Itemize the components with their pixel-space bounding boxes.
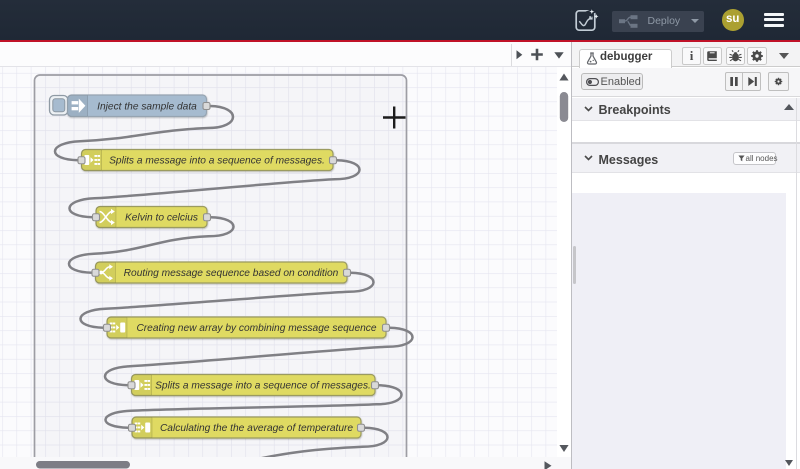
svg-text:Kelvin to celcius: Kelvin to celcius [125,213,198,224]
svg-text:Inject the sample data: Inject the sample data [97,102,197,113]
svg-text:Creating new array by combinin: Creating new array by combining message … [136,323,376,334]
svg-text:Routing message sequence based: Routing message sequence based on condit… [124,268,339,279]
svg-text:Splits a message into a sequen: Splits a message into a sequence of mess… [155,381,371,392]
svg-text:Splits a message into a sequen: Splits a message into a sequence of mess… [109,156,325,167]
svg-text:Calculating the the average of: Calculating the the average of temperatu… [160,423,353,434]
